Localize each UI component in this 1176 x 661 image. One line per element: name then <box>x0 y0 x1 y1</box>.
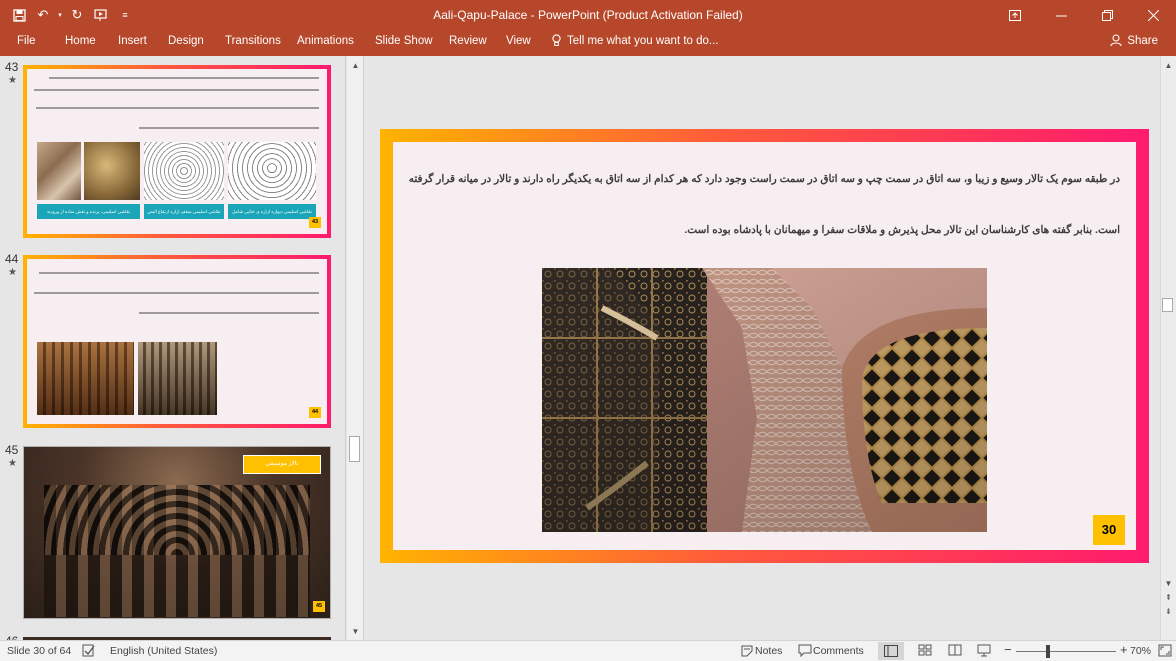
pattern-drawing-image <box>228 142 316 200</box>
animation-star-icon: ★ <box>8 75 17 86</box>
slide-number-badge: 44 <box>309 407 321 418</box>
scroll-down-icon[interactable]: ▼ <box>350 626 361 637</box>
tab-slide-show[interactable]: Slide Show <box>375 35 433 47</box>
slide-number-43: 43 <box>5 60 19 74</box>
slide-number-badge: 45 <box>313 601 325 612</box>
current-slide[interactable]: در طبقه سوم یک تالار وسیع و زیبا و، سه ا… <box>380 129 1149 563</box>
zoom-out-icon[interactable]: − <box>1004 642 1012 657</box>
caption: نقاشی اسلیمی سقف ازاره ارتفاع البص <box>144 204 224 219</box>
thumbnail-slide-43-content: نقاشی اسلیمی، پرنده و نقش ساده از ورودیه… <box>27 69 327 234</box>
comments-button[interactable]: Comments <box>813 645 864 657</box>
tab-animations[interactable]: Animations <box>297 35 354 47</box>
text-line <box>139 312 319 314</box>
slide-number-badge: 30 <box>1093 515 1125 545</box>
share-label: Share <box>1127 34 1158 47</box>
muqarnas-image <box>138 342 217 415</box>
fresco-image <box>37 142 81 200</box>
tab-view[interactable]: View <box>506 35 531 47</box>
lightbulb-icon <box>552 34 561 46</box>
zoom-slider-thumb[interactable] <box>1046 645 1050 658</box>
slide-number-44: 44 <box>5 252 19 266</box>
muqarnas-image <box>37 342 134 415</box>
zoom-level[interactable]: 70% <box>1130 645 1151 657</box>
slide-number-45: 45 <box>5 443 19 457</box>
caption: نقاشی اسلیمی دیواره ازاره ی ختایی شامل <box>228 204 316 219</box>
thumbnail-scrollbar[interactable]: ▲ ▼ <box>347 56 364 640</box>
title-bar: ↶ ▾ ↻ ≡ Aali-Qapu-Palace - PowerPoint (P… <box>0 0 1176 30</box>
person-icon <box>1110 34 1122 47</box>
thumbnail-slide-44[interactable]: 44 <box>23 255 331 428</box>
next-slide-icon[interactable]: ⇟ <box>1163 606 1174 617</box>
tab-transitions[interactable]: Transitions <box>225 35 281 47</box>
tell-me-search[interactable]: Tell me what you want to do... <box>552 34 719 47</box>
close-icon[interactable] <box>1130 0 1176 30</box>
slide-sorter-icon[interactable] <box>918 644 932 657</box>
ceiling-photo[interactable] <box>542 268 987 532</box>
text-line <box>39 272 319 274</box>
slide-counter: Slide 30 of 64 <box>7 645 72 657</box>
tab-review[interactable]: Review <box>449 35 487 47</box>
tab-home[interactable]: Home <box>65 35 96 47</box>
animation-star-icon: ★ <box>8 458 17 469</box>
window-controls <box>992 0 1176 30</box>
fit-to-window-icon[interactable] <box>1158 644 1172 657</box>
normal-view-button[interactable] <box>878 642 904 660</box>
slide-canvas: در طبقه سوم یک تالار وسیع و زیبا و، سه ا… <box>393 142 1136 550</box>
tab-design[interactable]: Design <box>168 35 204 47</box>
scrollbar-thumb[interactable] <box>1162 298 1173 312</box>
text-line <box>49 77 319 79</box>
fresco-image <box>84 142 140 200</box>
minimize-icon[interactable] <box>1038 0 1084 30</box>
text-line <box>36 107 319 109</box>
tab-file[interactable]: File <box>17 35 36 47</box>
scrollbar-thumb[interactable] <box>349 436 360 462</box>
animation-star-icon: ★ <box>8 267 17 278</box>
restore-icon[interactable] <box>1084 0 1130 30</box>
comments-icon <box>798 644 812 657</box>
tell-me-text: Tell me what you want to do... <box>567 34 719 47</box>
arch-detail <box>44 485 310 555</box>
scroll-up-icon[interactable]: ▲ <box>1163 60 1174 71</box>
ribbon-display-options-icon[interactable] <box>992 0 1038 30</box>
notes-icon <box>741 645 753 657</box>
thumbnail-slide-43[interactable]: نقاشی اسلیمی، پرنده و نقش ساده از ورودیه… <box>23 65 331 238</box>
spelling-check-icon[interactable] <box>82 644 96 657</box>
previous-slide-icon[interactable]: ⇞ <box>1163 592 1174 603</box>
zoom-slider[interactable] <box>1016 651 1116 652</box>
text-line <box>139 127 319 129</box>
body-text-line-2[interactable]: است. بنابر گفته های کارشناسان این تالار … <box>684 224 1120 236</box>
slide-show-icon[interactable] <box>977 644 991 657</box>
slide-title-label: تالار موسیقی <box>243 455 321 474</box>
tab-insert[interactable]: Insert <box>118 35 147 47</box>
scroll-up-icon[interactable]: ▲ <box>350 60 361 71</box>
thumbnail-slide-44-content: 44 <box>27 259 327 424</box>
slide-scrollbar[interactable]: ▲ ▼ ⇞ ⇟ <box>1160 56 1176 640</box>
notes-button[interactable]: Notes <box>755 645 782 657</box>
caption: نقاشی اسلیمی، پرنده و نقش ساده از ورودیه <box>37 204 140 219</box>
language-indicator[interactable]: English (United States) <box>110 645 217 657</box>
reading-view-icon[interactable] <box>948 644 962 657</box>
slide-thumbnail-pane[interactable]: 43 ★ نقاشی اسلیمی، پرنده و نقش ساده از و… <box>0 56 346 648</box>
scroll-down-icon[interactable]: ▼ <box>1163 578 1174 589</box>
status-bar: Slide 30 of 64 English (United States) N… <box>0 640 1176 661</box>
normal-view-icon <box>884 645 898 657</box>
zoom-in-icon[interactable]: + <box>1120 642 1128 657</box>
body-text-line-1[interactable]: در طبقه سوم یک تالار وسیع و زیبا و، سه ا… <box>409 173 1120 185</box>
share-button[interactable]: Share <box>1106 32 1162 49</box>
ceiling-photo-drawing <box>542 268 987 532</box>
thumbnail-slide-45[interactable]: تالار موسیقی 45 <box>23 446 331 619</box>
ribbon-tabs: File Home Insert Design Transitions Anim… <box>0 30 1176 56</box>
pattern-drawing-image <box>144 142 224 200</box>
text-line <box>34 89 319 91</box>
text-line <box>34 292 319 294</box>
slide-number-badge: 43 <box>309 217 321 228</box>
